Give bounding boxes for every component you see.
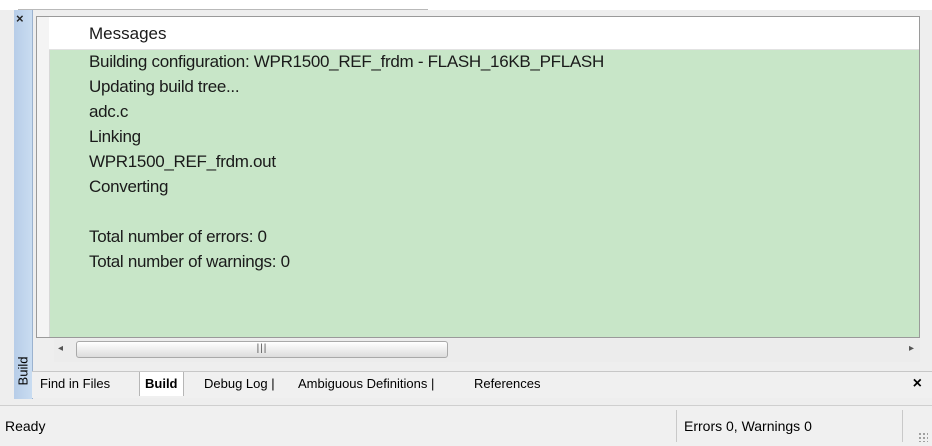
- scroll-left-icon[interactable]: ◂: [58, 343, 63, 354]
- tab-ambiguous-definitions[interactable]: Ambiguous Definitions |: [298, 376, 434, 391]
- message-line[interactable]: Total number of errors: 0: [89, 224, 604, 249]
- messages-list: Building configuration: WPR1500_REF_frdm…: [89, 49, 604, 274]
- status-text: Ready: [5, 418, 46, 434]
- side-title-text: Build: [15, 356, 31, 386]
- tab-debug-log[interactable]: Debug Log |: [204, 376, 275, 391]
- message-line[interactable]: WPR1500_REF_frdm.out: [89, 149, 604, 174]
- scrollbar-thumb[interactable]: |||: [76, 341, 448, 358]
- tab-find-in-files[interactable]: Find in Files: [40, 376, 110, 391]
- close-icon[interactable]: ×: [913, 375, 922, 393]
- resize-grip-icon[interactable]: [918, 432, 928, 442]
- message-line[interactable]: Total number of warnings: 0: [89, 249, 604, 274]
- message-line[interactable]: Converting: [89, 174, 604, 199]
- message-line[interactable]: Linking: [89, 124, 604, 149]
- messages-header[interactable]: Messages: [49, 17, 919, 50]
- side-title-strip: [14, 10, 33, 399]
- status-divider: [676, 410, 677, 442]
- messages-header-label: Messages: [89, 24, 167, 43]
- messages-panel: Messages Building configuration: WPR1500…: [36, 16, 920, 338]
- horizontal-scrollbar[interactable]: ◂ ||| ▸: [54, 339, 920, 362]
- thumb-grip-icon: |||: [256, 343, 268, 354]
- message-line-blank: [89, 199, 604, 224]
- message-line[interactable]: Building configuration: WPR1500_REF_frdm…: [89, 49, 604, 74]
- tab-references[interactable]: References: [474, 376, 540, 391]
- messages-gutter: [37, 17, 50, 337]
- message-line[interactable]: Updating build tree...: [89, 74, 604, 99]
- output-tab-bar: Find in Files Build Debug Log | Ambiguou…: [32, 371, 932, 398]
- message-line[interactable]: adc.c: [89, 99, 604, 124]
- tab-build[interactable]: Build: [139, 372, 184, 396]
- side-title: Build: [14, 345, 32, 397]
- scroll-right-icon[interactable]: ▸: [909, 343, 914, 354]
- panel-close-icon[interactable]: ×: [16, 12, 24, 25]
- error-warning-count: Errors 0, Warnings 0: [684, 418, 812, 434]
- status-divider: [902, 410, 903, 442]
- status-bar: Ready Errors 0, Warnings 0: [0, 405, 932, 446]
